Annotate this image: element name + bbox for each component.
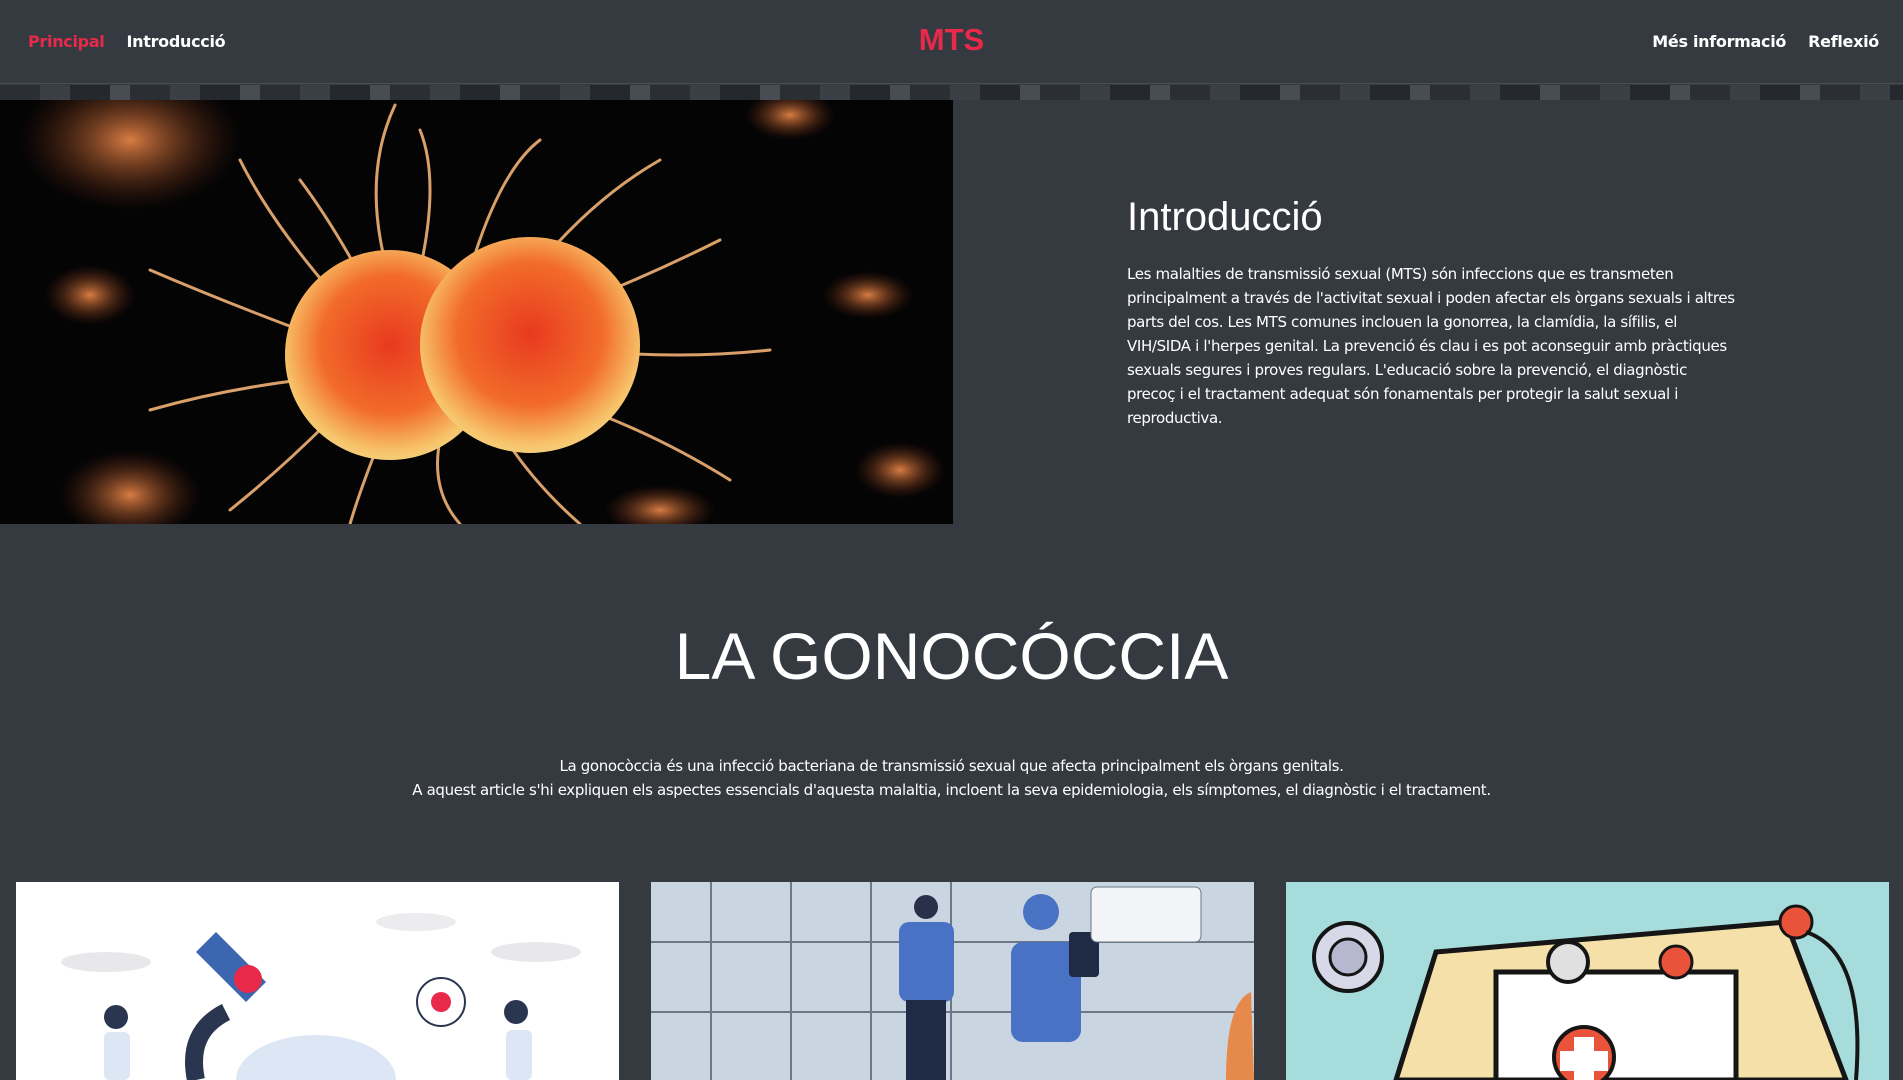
nav-link-reflexio[interactable]: Reflexió — [1808, 32, 1879, 51]
intro-body: Les malalties de transmissió sexual (MTS… — [1127, 265, 1735, 427]
section-desc-line2: A aquest article s'hi expliquen els aspe… — [412, 781, 1491, 799]
brand-container: MTS — [0, 22, 1903, 58]
nav-link-principal[interactable]: Principal — [28, 32, 105, 51]
intro-section: Introducció Les malalties de transmissió… — [1127, 195, 1737, 430]
section-description: La gonocòccia és una infecció bacteriana… — [0, 754, 1903, 802]
section-title: LA GONOCÓCCIA — [674, 619, 1229, 693]
section-desc-line1: La gonocòccia és una infecció bacteriana… — [559, 757, 1344, 775]
hero-band — [0, 85, 1903, 100]
nav-link-mes-informacio[interactable]: Més informació — [1652, 32, 1786, 51]
card-staff-image[interactable] — [651, 882, 1254, 1080]
navbar: Principal Introducció MTS Més informació… — [0, 0, 1903, 84]
card-clipboard-image[interactable] — [1286, 882, 1889, 1080]
intro-title: Introducció — [1127, 195, 1323, 239]
bacteria-image — [0, 100, 953, 524]
nav-left-links: Principal Introducció — [28, 32, 226, 51]
brand-logo[interactable]: MTS — [919, 22, 984, 57]
nav-link-introduccio[interactable]: Introducció — [127, 32, 226, 51]
nav-right-links: Més informació Reflexió — [1652, 32, 1879, 51]
card-lab-image[interactable] — [16, 882, 619, 1080]
